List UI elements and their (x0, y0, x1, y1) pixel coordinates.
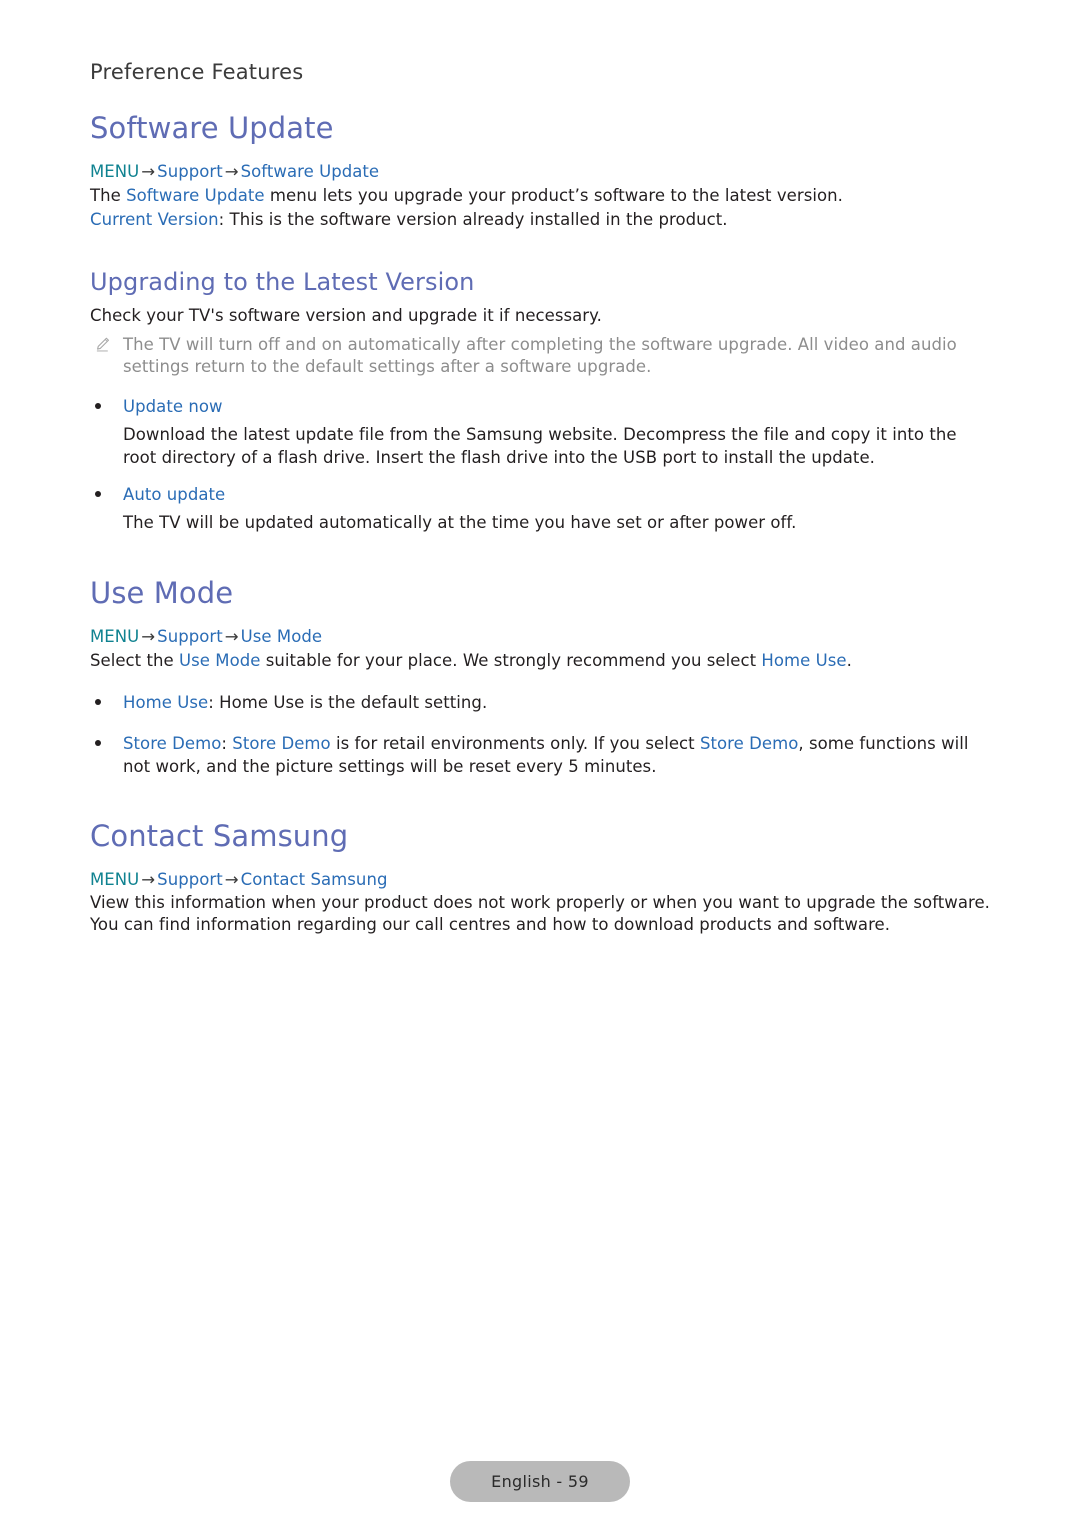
page-content: Software Update MENU → Support → Software Up… (90, 110, 990, 937)
note-upgrading: The TV will turn off and on automaticall… (90, 334, 990, 377)
keyword-use-mode: Use Mode (179, 650, 261, 670)
path-arrow-icon: → (141, 869, 156, 889)
heading-contact-samsung: Contact Samsung (90, 818, 349, 853)
menu-path-contact-samsung: MENU → Support → Contact Samsung (90, 868, 990, 892)
section-upgrading: Upgrading to the Latest Version Check yo… (90, 266, 990, 535)
keyword-software-update: Software Update (126, 186, 265, 205)
bullet-body-update-now: Download the latest update file from the… (123, 425, 957, 467)
bullet-auto-update: Auto update (90, 483, 990, 506)
pencil-icon (96, 337, 110, 352)
bullet-label-store-demo: Store Demo (123, 733, 222, 753)
keyword-store-demo-2: Store Demo (232, 733, 331, 753)
section-contact-samsung: Contact Samsung MENU → Support → Contact Sam… (90, 818, 990, 937)
path-leaf-label: Use Mode (240, 626, 323, 646)
current-version-description: Current Version: This is the software ve… (90, 208, 990, 232)
text-fragment: menu lets you upgrade your product’s sof… (264, 186, 843, 205)
path-leaf-label: Contact Samsung (240, 869, 388, 889)
text-fragment: suitable for your place. We strongly rec… (260, 650, 762, 670)
section-software-update: Software Update MENU → Support → Software Up… (90, 110, 990, 232)
text-fragment: : This is the software version already i… (218, 210, 728, 229)
path-arrow-icon: → (224, 626, 239, 646)
path-menu-label: MENU (90, 626, 140, 646)
text-fragment: is for retail environments only. If you … (330, 733, 700, 753)
path-arrow-icon: → (224, 162, 239, 181)
keyword-store-demo-3: Store Demo (699, 733, 799, 753)
bullet-store-demo: Store Demo: Store Demo is for retail env… (90, 732, 990, 778)
bullet-home-use: Home Use: Home Use is the default settin… (90, 691, 990, 714)
path-support-label: Support (157, 162, 223, 181)
text-fragment: : (221, 733, 233, 753)
document-page: Preference Features Software Update MENU… (0, 0, 1080, 1534)
software-update-description: The Software Update menu lets you upgrad… (90, 184, 990, 208)
path-leaf-label: Software Update (240, 162, 380, 181)
note-text: The TV will turn off and on automaticall… (123, 335, 957, 376)
bullet-label-update-now: Update now (123, 397, 223, 416)
bullet-label-auto-update: Auto update (123, 485, 226, 504)
upgrading-intro: Check your TV's software version and upg… (90, 306, 602, 325)
running-head: Preference Features (90, 60, 304, 84)
heading-upgrading-latest-version: Upgrading to the Latest Version (90, 268, 475, 296)
bullet-body-auto-update: The TV will be updated automatically at … (123, 513, 797, 532)
text-fragment: . (846, 650, 852, 670)
path-menu-label: MENU (90, 869, 140, 889)
bullet-dot-icon (95, 403, 101, 409)
path-support-label: Support (157, 869, 223, 889)
bullet-dot-icon (95, 698, 101, 705)
page-footer-badge: English - 59 (450, 1461, 630, 1502)
menu-path-use-mode: MENU → Support → Use Mode (90, 625, 990, 649)
bullet-dot-icon (95, 491, 101, 497)
text-fragment: Select the (90, 650, 180, 670)
bullet-update-now: Update now (90, 395, 990, 418)
section-use-mode: Use Mode MENU → Support → Use Mode Select th… (90, 575, 990, 778)
path-support-label: Support (157, 626, 223, 646)
use-mode-intro: Select the Use Mode suitable for your pl… (90, 649, 990, 673)
text-fragment: The (90, 186, 127, 205)
footer-label: English - 59 (491, 1472, 589, 1491)
path-arrow-icon: → (224, 869, 239, 889)
path-arrow-icon: → (141, 162, 156, 181)
heading-software-update: Software Update (90, 111, 334, 145)
keyword-home-use: Home Use (761, 650, 847, 670)
keyword-current-version: Current Version (90, 210, 219, 229)
contact-samsung-body: View this information when your product … (90, 892, 990, 935)
path-arrow-icon: → (141, 626, 156, 646)
menu-path-software-update: MENU → Support → Software Update (90, 160, 990, 184)
bullet-label-home-use: Home Use (123, 692, 209, 712)
path-menu-label: MENU (90, 162, 140, 181)
bullet-text-home-use: : Home Use is the default setting. (208, 692, 488, 712)
bullet-dot-icon (95, 739, 101, 746)
heading-use-mode: Use Mode (90, 575, 234, 610)
